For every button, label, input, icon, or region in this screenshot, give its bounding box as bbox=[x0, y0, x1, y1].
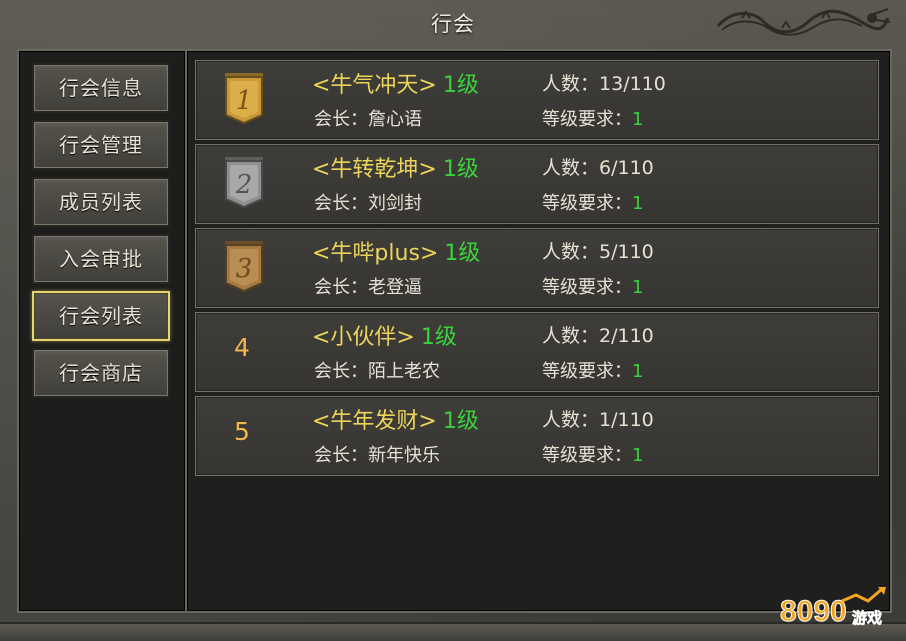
guild-name: <牛气冲天> 1级 bbox=[312, 67, 479, 99]
guild-leader: 会长：刘剑封 bbox=[314, 189, 422, 215]
guild-members: 人数：2/110 bbox=[542, 321, 654, 348]
guild-name: <小伙伴> 1级 bbox=[312, 319, 457, 351]
svg-text:1: 1 bbox=[236, 86, 253, 116]
members-count: 2/110 bbox=[599, 325, 654, 347]
guild-level: 1级 bbox=[420, 325, 457, 350]
svg-text:3: 3 bbox=[236, 254, 253, 284]
level-requirement: 等级要求：1 bbox=[542, 273, 643, 299]
sidebar-item-guild-manage[interactable]: 行会管理 bbox=[32, 120, 170, 170]
members-count: 6/110 bbox=[599, 157, 654, 179]
guild-level: 1级 bbox=[444, 241, 481, 266]
bronze-badge-icon: 3 bbox=[225, 241, 263, 293]
svg-text:2: 2 bbox=[235, 170, 253, 200]
guild-name-text: <牛转乾坤> bbox=[312, 157, 437, 182]
silver-badge-icon: 2 bbox=[225, 157, 263, 209]
guild-name: <牛转乾坤> 1级 bbox=[312, 151, 479, 183]
guild-row[interactable]: 4 <小伙伴> 1级 会长：陌上老农 人数：2/110 等级要求：1 bbox=[195, 312, 879, 392]
watermark-subtext: 游戏 bbox=[852, 609, 882, 627]
guild-row[interactable]: 3 <牛哔plus> 1级 会长：老登逼 人数：5/110 等级要求：1 bbox=[195, 228, 879, 308]
members-count: 1/110 bbox=[599, 409, 654, 431]
leader-label: 会长： bbox=[314, 445, 368, 466]
leader-name: 刘剑封 bbox=[368, 193, 422, 214]
level-requirement: 等级要求：1 bbox=[542, 441, 643, 467]
requirement-label: 等级要求： bbox=[542, 193, 632, 214]
requirement-label: 等级要求： bbox=[542, 109, 632, 130]
rank-number: 5 bbox=[234, 417, 250, 446]
leader-label: 会长： bbox=[314, 361, 368, 382]
sidebar-item-join-approval[interactable]: 入会审批 bbox=[32, 234, 170, 284]
members-label: 人数： bbox=[542, 73, 600, 95]
requirement-label: 等级要求： bbox=[542, 361, 632, 382]
guild-list-panel: 1 <牛气冲天> 1级 会长：詹心语 人数：13/110 等级要求：1 2 <牛转… bbox=[185, 49, 892, 613]
guild-members: 人数：13/110 bbox=[542, 69, 666, 96]
leader-name: 詹心语 bbox=[368, 109, 422, 130]
sidebar-item-guild-info[interactable]: 行会信息 bbox=[32, 63, 170, 113]
leader-label: 会长： bbox=[314, 277, 368, 298]
sidebar-item-guild-shop[interactable]: 行会商店 bbox=[32, 348, 170, 398]
requirement-value: 1 bbox=[632, 445, 644, 466]
sidebar-item-member-list[interactable]: 成员列表 bbox=[32, 177, 170, 227]
leader-label: 会长： bbox=[314, 109, 368, 130]
guild-leader: 会长：陌上老农 bbox=[314, 357, 440, 383]
title-bar: 行会 bbox=[0, 0, 906, 46]
members-count: 5/110 bbox=[599, 241, 654, 263]
guild-name-text: <牛哔plus> bbox=[312, 241, 439, 266]
requirement-label: 等级要求： bbox=[542, 445, 632, 466]
rank-number: 4 bbox=[234, 333, 250, 362]
members-label: 人数： bbox=[542, 409, 600, 431]
guild-name: <牛年发财> 1级 bbox=[312, 403, 479, 435]
leader-label: 会长： bbox=[314, 193, 368, 214]
level-requirement: 等级要求：1 bbox=[542, 357, 643, 383]
watermark-logo: 8090 游戏 bbox=[780, 587, 886, 629]
bottom-frame bbox=[0, 622, 906, 641]
guild-members: 人数：1/110 bbox=[542, 405, 654, 432]
guild-level: 1级 bbox=[442, 409, 479, 434]
leader-name: 陌上老农 bbox=[368, 361, 440, 382]
dragon-ornament-icon bbox=[716, 8, 891, 36]
leader-name: 新年快乐 bbox=[368, 445, 440, 466]
requirement-value: 1 bbox=[632, 109, 644, 130]
guild-name-text: <牛年发财> bbox=[312, 409, 437, 434]
guild-members: 人数：5/110 bbox=[542, 237, 654, 264]
guild-level: 1级 bbox=[442, 73, 479, 98]
guild-name-text: <牛气冲天> bbox=[312, 73, 437, 98]
guild-name: <牛哔plus> 1级 bbox=[312, 235, 480, 267]
members-label: 人数： bbox=[542, 157, 600, 179]
guild-level: 1级 bbox=[442, 157, 479, 182]
guild-row[interactable]: 2 <牛转乾坤> 1级 会长：刘剑封 人数：6/110 等级要求：1 bbox=[195, 144, 879, 224]
guild-leader: 会长：新年快乐 bbox=[314, 441, 440, 467]
guild-window: 行会 行会信息 行会管理 成员列表 入会审批 行会列表 行会商店 1 <牛气冲天… bbox=[0, 0, 906, 641]
members-label: 人数： bbox=[542, 325, 600, 347]
requirement-value: 1 bbox=[632, 361, 644, 382]
requirement-label: 等级要求： bbox=[542, 277, 632, 298]
members-label: 人数： bbox=[542, 241, 600, 263]
guild-row[interactable]: 5 <牛年发财> 1级 会长：新年快乐 人数：1/110 等级要求：1 bbox=[195, 396, 879, 476]
level-requirement: 等级要求：1 bbox=[542, 189, 643, 215]
guild-leader: 会长：老登逼 bbox=[314, 273, 422, 299]
watermark-text: 8090 bbox=[780, 595, 847, 628]
level-requirement: 等级要求：1 bbox=[542, 105, 643, 131]
leader-name: 老登逼 bbox=[368, 277, 422, 298]
members-count: 13/110 bbox=[599, 73, 666, 95]
guild-members: 人数：6/110 bbox=[542, 153, 654, 180]
gold-badge-icon: 1 bbox=[225, 73, 263, 125]
requirement-value: 1 bbox=[632, 193, 644, 214]
guild-row[interactable]: 1 <牛气冲天> 1级 会长：詹心语 人数：13/110 等级要求：1 bbox=[195, 60, 879, 140]
guild-leader: 会长：詹心语 bbox=[314, 105, 422, 131]
sidebar-item-guild-list[interactable]: 行会列表 bbox=[32, 291, 170, 341]
requirement-value: 1 bbox=[632, 277, 644, 298]
guild-name-text: <小伙伴> bbox=[312, 325, 415, 350]
sidebar: 行会信息 行会管理 成员列表 入会审批 行会列表 行会商店 bbox=[17, 49, 187, 613]
